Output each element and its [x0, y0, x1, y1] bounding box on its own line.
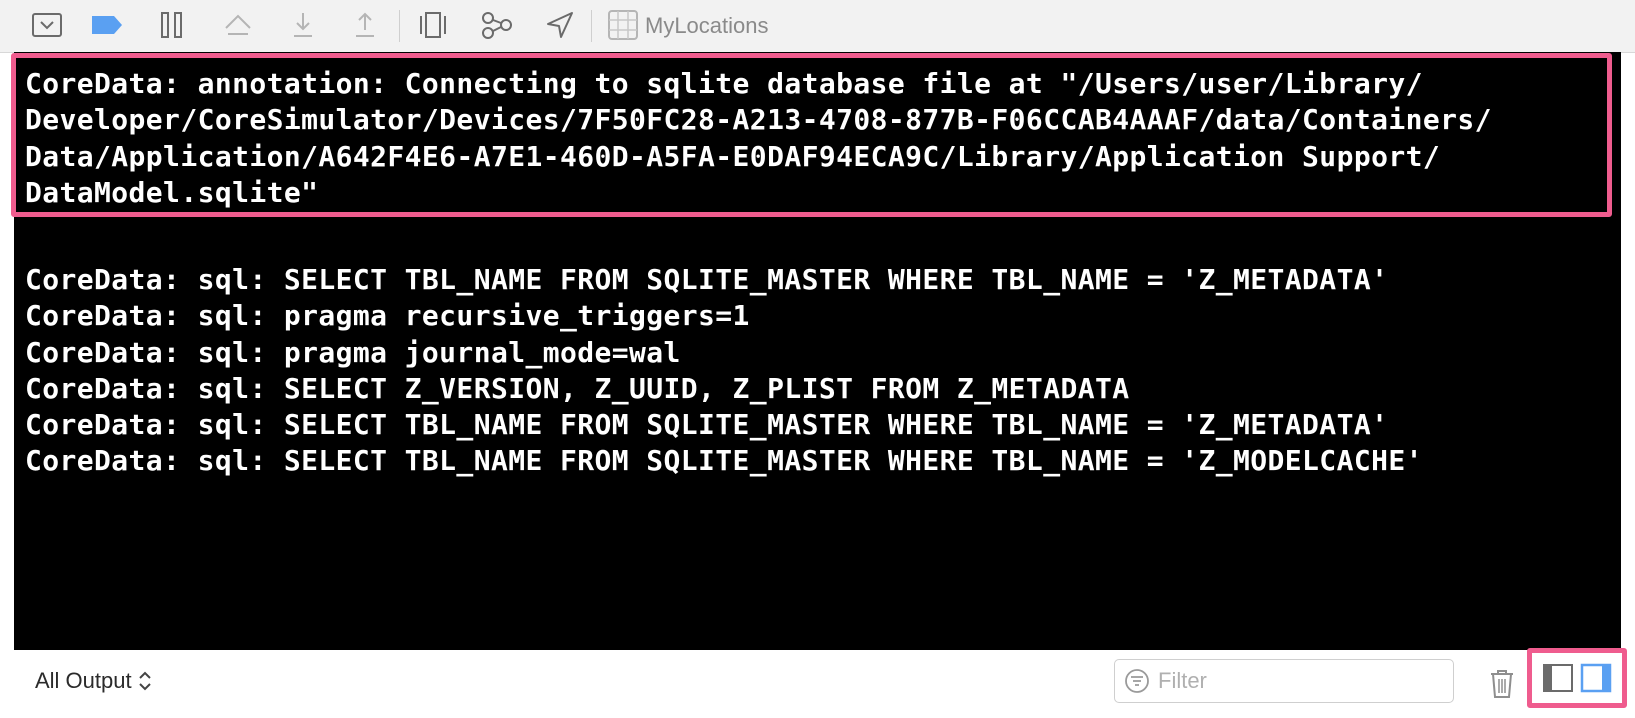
debug-view-hierarchy-icon[interactable] — [413, 6, 453, 44]
console-line: CoreData: sql: pragma recursive_triggers… — [25, 299, 750, 333]
highlighted-log-block: CoreData: annotation: Connecting to sqli… — [16, 58, 1607, 212]
show-variables-view-icon[interactable] — [1542, 663, 1574, 693]
console-line: CoreData: sql: pragma journal_mode=wal — [25, 335, 681, 369]
console-line: Data/Application/A642F4E6-A7E1-460D-A5FA… — [25, 139, 1441, 173]
trash-icon[interactable] — [1482, 664, 1522, 704]
output-selector[interactable]: All Output — [35, 668, 152, 694]
up-down-chevron-icon — [138, 671, 151, 691]
console-line: CoreData: annotation: Connecting to sqli… — [25, 67, 1423, 100]
step-out-icon[interactable] — [345, 6, 385, 44]
console-lines: CoreData: sql: SELECT TBL_NAME FROM SQLI… — [25, 262, 1423, 480]
pause-icon[interactable] — [152, 6, 192, 44]
console-line: DataModel.sqlite" — [25, 175, 319, 209]
view-toggle-group — [1527, 648, 1627, 708]
console-line: CoreData: sql: SELECT Z_VERSION, Z_UUID,… — [25, 371, 1130, 405]
console-line: Developer/CoreSimulator/Devices/7F50FC28… — [25, 103, 1492, 137]
hide-debug-area-icon[interactable] — [27, 6, 67, 44]
filter-input[interactable] — [1156, 667, 1440, 695]
filter-field[interactable] — [1114, 659, 1454, 703]
toolbar-separator — [399, 10, 400, 42]
toolbar-separator — [591, 10, 592, 42]
debug-toolbar: MyLocations — [0, 0, 1635, 53]
memory-graph-icon[interactable] — [477, 6, 517, 44]
scheme-name[interactable]: MyLocations — [645, 13, 769, 39]
scheme-icon[interactable] — [603, 6, 643, 44]
highlighted-lines: CoreData: annotation: Connecting to sqli… — [25, 66, 1492, 211]
step-over-icon[interactable] — [218, 6, 258, 44]
simulate-location-icon[interactable] — [540, 6, 580, 44]
console-line: CoreData: sql: SELECT TBL_NAME FROM SQLI… — [25, 408, 1389, 442]
filter-icon — [1124, 668, 1150, 694]
console-line: CoreData: sql: SELECT TBL_NAME FROM SQLI… — [25, 263, 1389, 296]
console-line: CoreData: sql: SELECT TBL_NAME FROM SQLI… — [25, 444, 1423, 478]
show-console-view-icon[interactable] — [1580, 663, 1612, 693]
step-into-icon[interactable] — [283, 6, 323, 44]
output-selector-label: All Output — [35, 668, 132, 693]
breakpoints-toggle-icon[interactable] — [87, 6, 127, 44]
console-bottom-bar: All Output — [0, 650, 1635, 718]
